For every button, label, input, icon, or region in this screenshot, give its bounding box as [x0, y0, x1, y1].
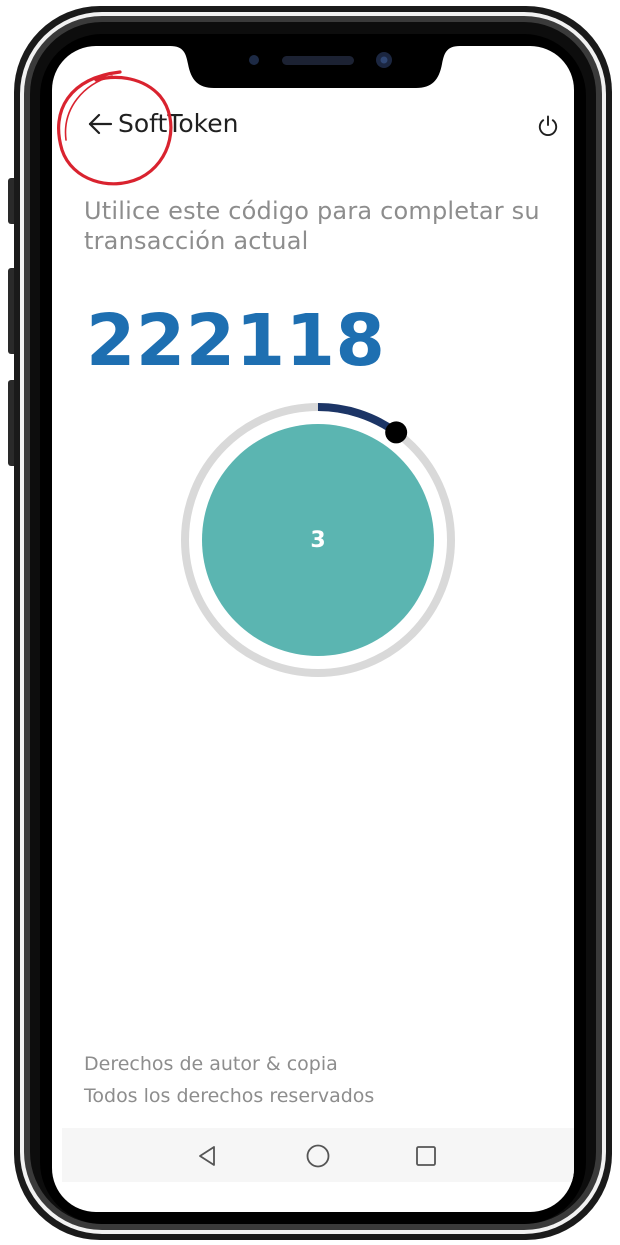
power-icon	[538, 115, 558, 136]
square-recent-icon	[416, 1146, 436, 1166]
nav-back-button[interactable]	[190, 1138, 226, 1174]
power-button[interactable]	[532, 110, 564, 142]
phone-notch	[170, 46, 460, 88]
phone-screen: SoftToken Utilice este código para compl…	[52, 46, 574, 1212]
back-button[interactable]	[80, 108, 120, 140]
instruction-text: Utilice este código para completar su tr…	[84, 197, 540, 255]
rights-line: Todos los derechos reservados	[84, 1085, 375, 1107]
copyright-footer: Derechos de autor & copia Todos los dere…	[84, 1048, 374, 1112]
page-title: SoftToken	[118, 109, 239, 138]
token-code: 222118	[86, 299, 386, 382]
triangle-back-icon	[199, 1146, 215, 1166]
seconds-remaining: 3	[310, 527, 326, 553]
circle-home-icon	[306, 1144, 330, 1168]
copyright-line: Derechos de autor & copia	[84, 1053, 338, 1075]
navigation-bar	[62, 1128, 574, 1182]
nav-home-button[interactable]	[300, 1138, 336, 1174]
countdown-timer: 3	[178, 400, 458, 680]
nav-recent-button[interactable]	[408, 1138, 444, 1174]
arrow-left-icon	[88, 113, 113, 135]
